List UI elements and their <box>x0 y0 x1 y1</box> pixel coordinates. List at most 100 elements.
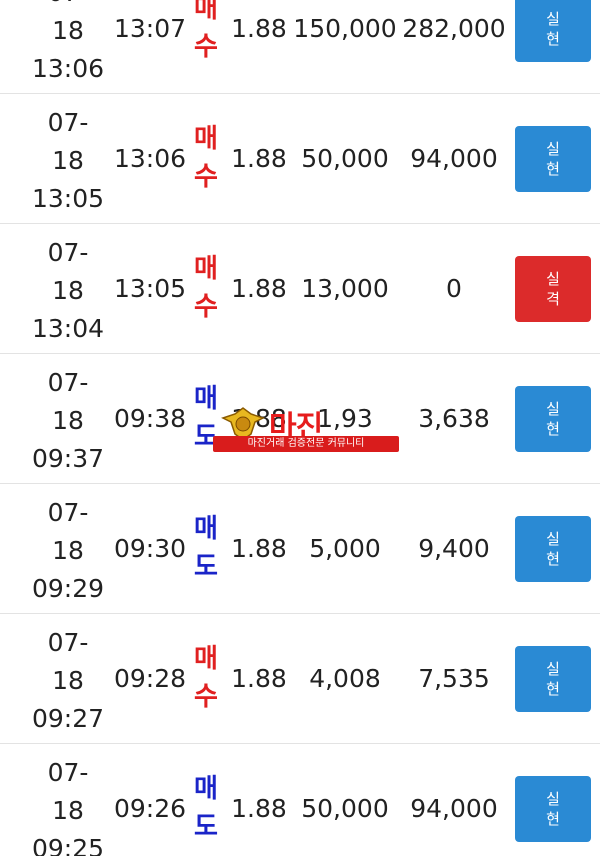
trade-amount: 50,000 <box>301 144 389 173</box>
trade-result: 7,535 <box>418 664 490 693</box>
trade-row: 07- 18 09:37 09:38 매 도 1.88 1,93 3,638 실 현 <box>0 354 600 484</box>
result-status-char1: 실 <box>546 790 560 808</box>
trade-result: 282,000 <box>402 14 506 43</box>
trade-row: 07-1813:0613:07매수1.88150,000282,000실현 <box>0 0 600 94</box>
trade-amount: 150,000 <box>293 14 397 43</box>
trade-type-char2: 도 <box>194 422 218 452</box>
trade-date-month: 07- <box>47 238 89 267</box>
result-status-button[interactable]: 실현 <box>515 386 591 452</box>
result-status-button[interactable]: 실현 <box>515 126 591 192</box>
trade-type-char1: 매 <box>194 644 218 674</box>
trade-amount: 5,000 <box>309 534 381 563</box>
trade-date: 07- 18 13:04 <box>24 234 112 348</box>
trade-date-day: 18 <box>52 146 84 175</box>
trade-result: 0 <box>446 274 462 303</box>
trade-date-time: 09:29 <box>31 574 105 603</box>
trade-type-char2: 수 <box>194 32 218 62</box>
trade-type: 매수 <box>188 250 224 326</box>
result-status-char2: 현 <box>546 30 560 48</box>
result-status-char2: 격 <box>546 290 560 308</box>
result-status-char2: 현 <box>546 680 560 698</box>
result-status-char1: 실 <box>546 400 560 418</box>
trade-type-char1: 매 <box>194 514 218 544</box>
trade-type-char2: 도 <box>194 552 218 582</box>
result-status-char1: 실 <box>546 530 560 548</box>
result-status-char2: 현 <box>546 420 560 438</box>
trade-time: 09:26 <box>113 794 187 823</box>
trade-odds: 1.88 <box>231 144 287 173</box>
trade-type: 매수 <box>188 0 224 66</box>
trade-type: 매도 <box>188 380 224 456</box>
trade-date-day: 18 <box>52 276 84 305</box>
result-status-char2: 현 <box>546 550 560 568</box>
result-status-button[interactable]: 실현 <box>515 0 591 62</box>
trade-date-day: 18 <box>52 796 84 825</box>
trade-date-time: 13:05 <box>31 184 105 213</box>
trade-row: 07- 18 13:05 13:06 매 수 1.88 50,000 94,000 실 현 <box>0 94 600 224</box>
trade-type: 매도 <box>188 770 224 846</box>
trade-date: 07- 18 09:25 <box>24 754 112 856</box>
trade-date: 07- 18 09:29 <box>24 494 112 608</box>
trade-odds: 1.88 <box>231 14 287 43</box>
trade-row: 07- 18 09:25 09:26 매 도 1.88 50,000 94,000 실 현 <box>0 744 600 856</box>
trade-odds: 1.88 <box>231 534 287 563</box>
trade-date: 07- 18 13:05 <box>24 104 112 218</box>
trade-time: 09:30 <box>113 534 187 563</box>
trade-amount: 1,93 <box>317 404 373 433</box>
trade-date-day: 18 <box>52 666 84 695</box>
trade-date-day: 18 <box>52 406 84 435</box>
trade-type: 매수 <box>188 120 224 196</box>
trade-odds: 1.88 <box>231 404 287 433</box>
trade-row: 07- 18 13:04 13:05 매 수 1.88 13,000 0 실 격 <box>0 224 600 354</box>
result-status-button[interactable]: 실현 <box>515 516 591 582</box>
trade-time: 09:38 <box>113 404 187 433</box>
trade-date-month: 07- <box>47 758 89 787</box>
trade-date-time: 13:04 <box>31 314 105 343</box>
trade-type-char1: 매 <box>194 254 218 284</box>
trade-date: 07- 18 09:27 <box>24 624 112 738</box>
trade-amount: 13,000 <box>301 274 389 303</box>
result-status-char2: 현 <box>546 810 560 828</box>
trade-type-char2: 수 <box>194 682 218 712</box>
trade-date-month: 07- <box>24 0 112 12</box>
trade-time: 13:07 <box>113 14 187 43</box>
result-status-button[interactable]: 실현 <box>515 776 591 842</box>
trade-odds: 1.88 <box>231 664 287 693</box>
result-status-char1: 실 <box>546 270 560 288</box>
trade-type-char2: 수 <box>194 292 218 322</box>
trade-date-month: 07- <box>47 628 89 657</box>
trade-type: 매도 <box>188 510 224 586</box>
trade-result: 94,000 <box>410 794 498 823</box>
trade-row: 07- 18 09:27 09:28 매 수 1.88 4,008 7,535 실 현 <box>0 614 600 744</box>
trade-type-char2: 도 <box>194 812 218 842</box>
trade-date: 07- 18 09:37 <box>24 364 112 478</box>
trade-date-month: 07- <box>47 108 89 137</box>
trade-result: 3,638 <box>418 404 490 433</box>
result-status-button[interactable]: 실현 <box>515 646 591 712</box>
trade-type-char1: 매 <box>194 0 218 24</box>
trade-odds: 1.88 <box>231 794 287 823</box>
trade-date: 07- 18 13:06 <box>24 0 112 88</box>
trade-date-month: 07- <box>47 368 89 397</box>
trade-date-time: 09:27 <box>31 704 105 733</box>
trade-odds: 1.88 <box>231 274 287 303</box>
trade-date-month: 07- <box>47 498 89 527</box>
trade-type-char1: 매 <box>194 774 218 804</box>
trade-history-list: 07-1813:0613:07매수1.88150,000282,000실현 07… <box>0 0 600 856</box>
trade-time: 09:28 <box>113 664 187 693</box>
trade-result: 94,000 <box>410 144 498 173</box>
trade-date-time: 09:37 <box>31 444 105 473</box>
result-status-char1: 실 <box>546 10 560 28</box>
result-status-button[interactable]: 실격 <box>515 256 591 322</box>
trade-result: 9,400 <box>418 534 490 563</box>
trade-type-char1: 매 <box>194 384 218 414</box>
trade-type: 매수 <box>188 640 224 716</box>
trade-amount: 50,000 <box>301 794 389 823</box>
trade-time: 13:06 <box>113 144 187 173</box>
result-status-char1: 실 <box>546 660 560 678</box>
trade-date-time: 09:25 <box>31 834 105 856</box>
result-status-char1: 실 <box>546 140 560 158</box>
trade-date-day: 18 <box>52 16 84 45</box>
trade-row: 07- 18 09:29 09:30 매 도 1.88 5,000 9,400 실 현 <box>0 484 600 614</box>
trade-amount: 4,008 <box>309 664 381 693</box>
